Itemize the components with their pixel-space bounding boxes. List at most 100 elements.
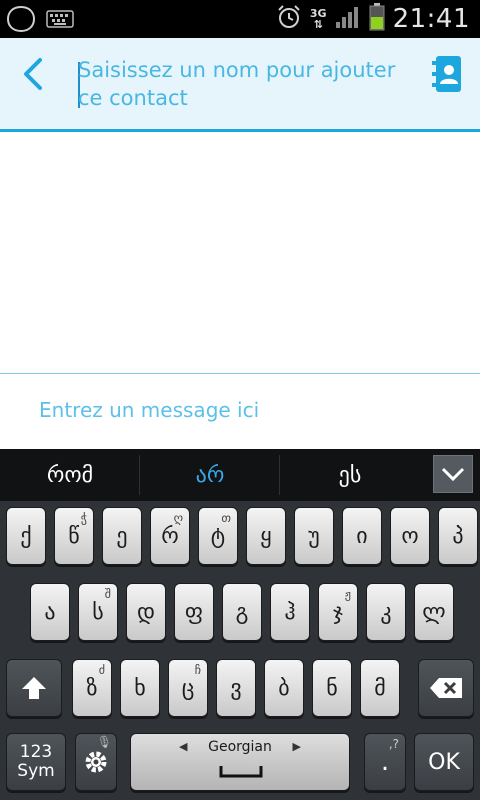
key-row1-8[interactable]: ო [390,507,430,565]
key-row2-3[interactable]: ფ [174,583,214,641]
chevron-down-icon [441,467,465,482]
key-label: მ [374,675,386,701]
key-row2-6[interactable]: ჯჟ [318,583,358,641]
key-label: ი [356,523,368,549]
keyboard: რომ არ ეს ქწჭერღტთყუიოპასშდფგჰჯჟკლზძხცჩვ… [0,449,480,800]
suggestion-bar: რომ არ ეს [0,449,480,501]
key-row3-3[interactable]: ვ [216,659,256,717]
key-label: ს [92,599,104,625]
key-hint: ღ [173,511,183,525]
key-row2-2[interactable]: დ [126,583,166,641]
period-key-hint: ,? [388,737,399,751]
key-row2-8[interactable]: ლ [414,583,454,641]
key-label: ყ [260,523,272,549]
key-row2-0[interactable]: ა [30,583,70,641]
status-bar: 3G ⇅ 21:41 [0,0,480,38]
gear-icon [85,751,107,773]
chaton-icon [6,5,36,37]
backspace-icon [430,678,462,698]
key-label: გ [235,599,249,625]
message-input[interactable]: Entrez un message ici [39,398,259,422]
space-bar-icon [219,766,263,778]
key-label: ბ [278,675,290,701]
clock: 21:41 [392,4,470,34]
key-label: ჰ [284,599,296,625]
key-row3-1[interactable]: ხ [120,659,160,717]
key-label: უ [308,523,320,549]
key-label: ვ [230,675,242,701]
key-row3-5[interactable]: ნ [312,659,352,717]
suggestion-1[interactable]: რომ [0,449,140,501]
period-key-label: . [380,747,390,777]
key-row1-4[interactable]: ტთ [198,507,238,565]
suggestion-3[interactable]: ეს [280,449,420,501]
chevron-left-icon [24,58,42,90]
symbols-key-label-top: 123 [19,742,53,762]
key-label: ნ [326,675,338,701]
symbols-key-label-bottom: Sym [17,761,55,781]
key-label: ზ [86,675,98,701]
recipient-input[interactable]: Saisissez un nom pour ajouter ce contact [78,56,418,112]
key-row3-0[interactable]: ზძ [72,659,112,717]
space-key-label: Georgian [208,739,272,755]
network-type: 3G ⇅ [309,7,327,31]
key-label: კ [380,599,392,625]
symbols-key[interactable]: 123 Sym [6,733,66,791]
recipient-header: Saisissez un nom pour ajouter ce contact [0,38,480,132]
microphone-icon: 🎙 [96,735,112,749]
key-label: წ [68,523,80,549]
keyboard-icon [46,10,74,32]
key-row1-3[interactable]: რღ [150,507,190,565]
key-row3-4[interactable]: ბ [264,659,304,717]
contacts-button[interactable] [432,55,462,93]
back-button[interactable] [14,54,54,94]
key-label: ფ [184,599,204,625]
shift-icon [22,677,46,699]
key-label: ხ [134,675,146,701]
suggestion-2[interactable]: არ [140,449,280,501]
key-row1-9[interactable]: პ [438,507,478,565]
key-hint: ძ [98,663,105,677]
key-label: ჯ [333,599,343,625]
key-hint: შ [104,587,111,601]
space-key[interactable]: ◀ Georgian ▶ [130,733,350,791]
key-row2-5[interactable]: ჰ [270,583,310,641]
key-row2-7[interactable]: კ [366,583,406,641]
key-row2-4[interactable]: გ [222,583,262,641]
compose-bar: Entrez un message ici [0,373,480,449]
shift-key[interactable] [6,659,62,717]
ok-key[interactable]: OK [414,733,474,791]
key-hint: ჟ [344,587,351,601]
key-label: ა [44,599,56,625]
key-label: ლ [422,599,446,625]
key-row1-7[interactable]: ი [342,507,382,565]
key-label: ქ [20,523,32,549]
key-label: დ [137,599,155,625]
backspace-key[interactable] [418,659,474,717]
ok-key-label: OK [428,749,460,775]
right-arrow-icon: ▶ [292,740,301,753]
battery-icon [369,3,385,35]
key-label: რ [161,523,179,549]
key-row2-1[interactable]: სშ [78,583,118,641]
key-row3-6[interactable]: მ [360,659,400,717]
key-row1-1[interactable]: წჭ [54,507,94,565]
collapse-suggestions-button[interactable] [433,455,473,493]
key-label: ე [116,523,128,549]
key-row1-6[interactable]: უ [294,507,334,565]
key-label: ც [181,675,195,701]
period-key[interactable]: . ,? [364,733,406,791]
key-row1-0[interactable]: ქ [6,507,46,565]
key-row1-5[interactable]: ყ [246,507,286,565]
key-hint: ჭ [80,511,87,525]
settings-key[interactable]: 🎙 [75,733,117,791]
key-row1-2[interactable]: ე [102,507,142,565]
key-label: ტ [210,523,226,549]
signal-icon [335,5,361,33]
message-thread [0,132,480,373]
key-row3-2[interactable]: ცჩ [168,659,208,717]
key-label: ო [401,523,419,549]
contacts-book-icon [432,56,461,92]
key-label: პ [452,523,464,549]
alarm-icon [276,4,302,34]
